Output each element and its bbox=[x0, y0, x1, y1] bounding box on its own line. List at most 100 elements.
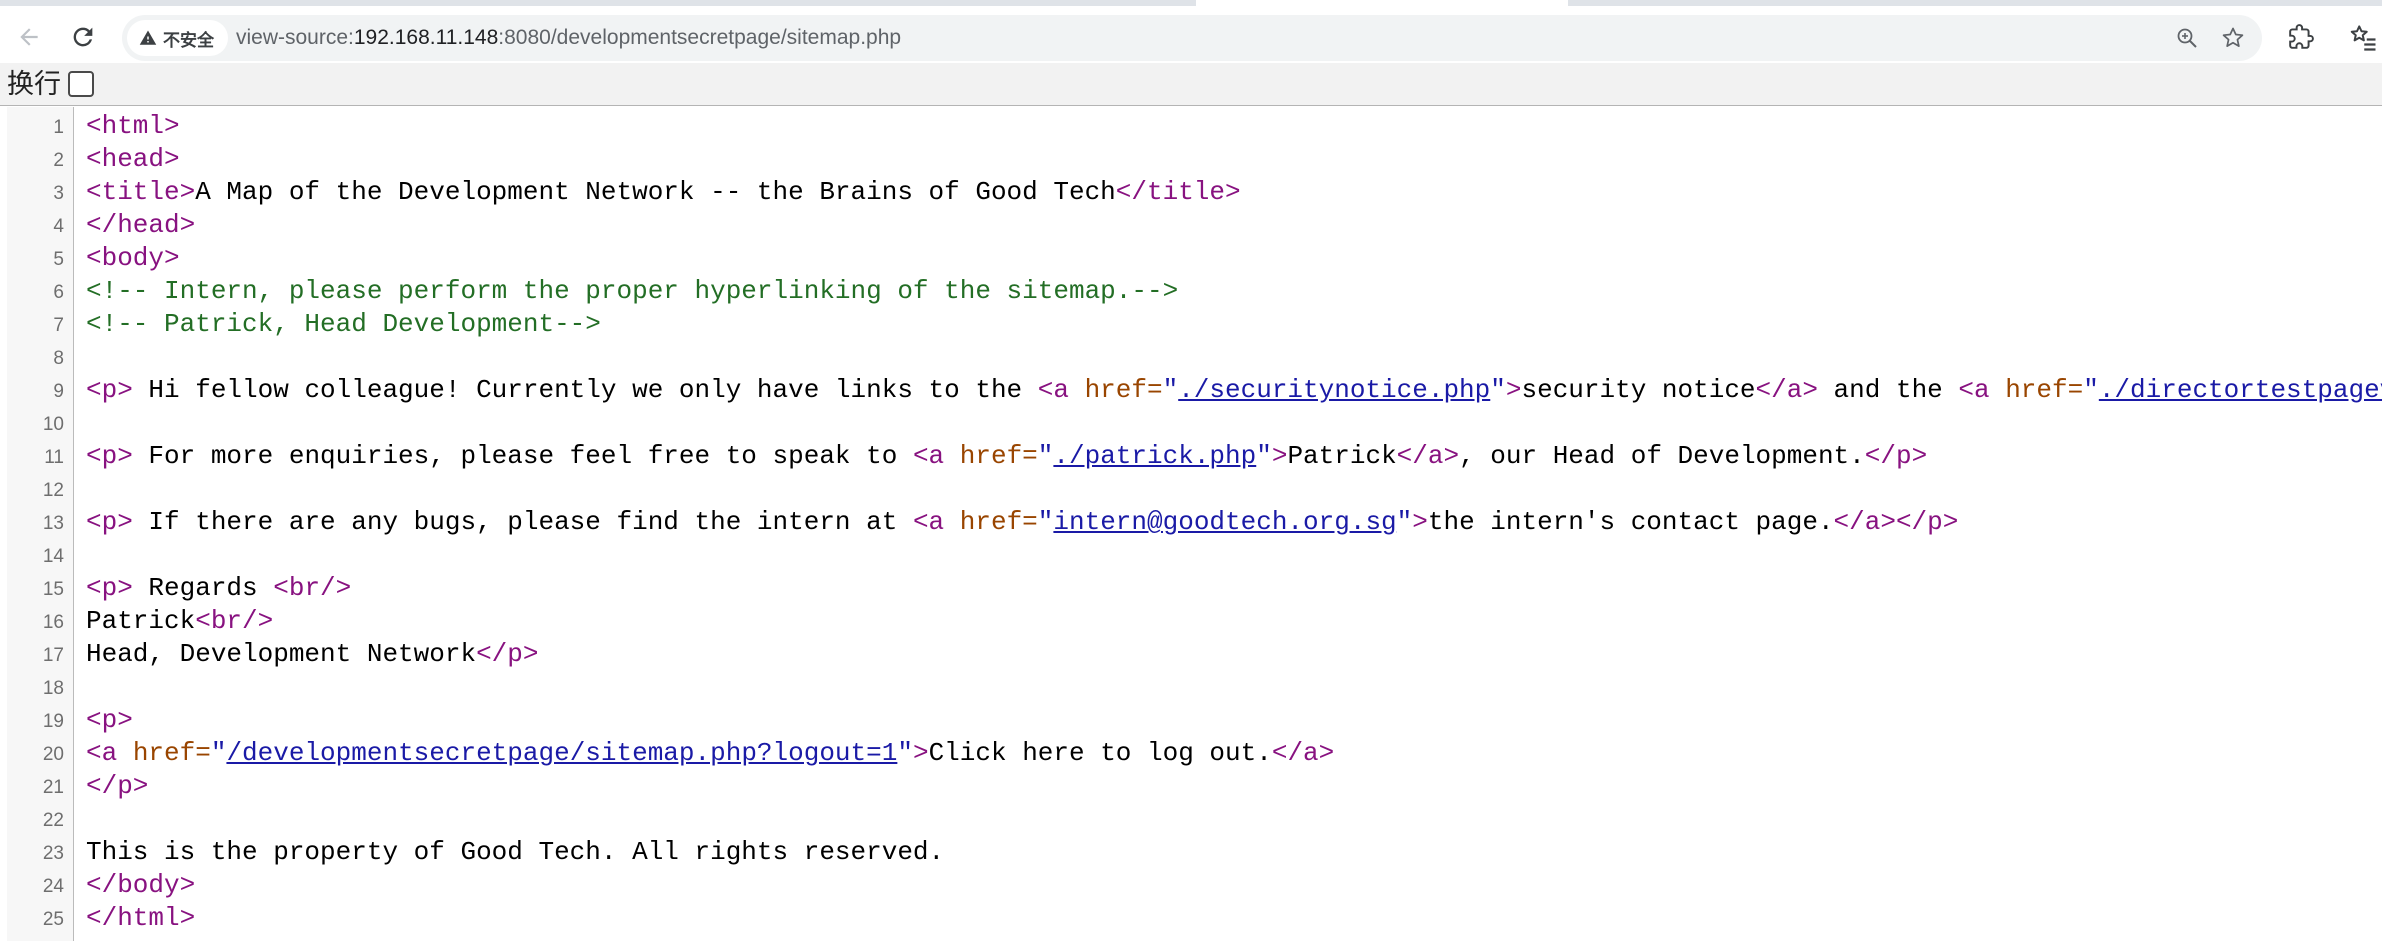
line-code: This is the property of Good Tech. All r… bbox=[86, 837, 944, 868]
address-bar[interactable]: 不安全 view-source:192.168.11.148:8080/deve… bbox=[122, 15, 2262, 61]
line-wrap-bar: 换行 bbox=[0, 63, 2382, 106]
html-tag: <p> bbox=[86, 507, 133, 537]
attribute-name: href= bbox=[1084, 375, 1163, 405]
source-line: 4 </head> bbox=[0, 208, 2382, 241]
html-comment: <!-- Patrick, Head Development--> bbox=[86, 309, 601, 339]
text-content: Patrick bbox=[1287, 441, 1397, 471]
html-tag: </body> bbox=[86, 870, 196, 900]
source-line: 1 <html> bbox=[0, 109, 2382, 142]
html-tag: </head> bbox=[86, 210, 196, 240]
line-number: 24 bbox=[42, 876, 64, 897]
url-text[interactable]: view-source:192.168.11.148:8080/developm… bbox=[236, 15, 901, 61]
source-line: 16 Patrick<br/> bbox=[0, 604, 2382, 637]
line-number: 21 bbox=[42, 777, 64, 798]
text-content: For more enquiries, please feel free to … bbox=[132, 441, 913, 471]
html-tag: <a bbox=[1958, 375, 2006, 405]
url-scheme: view-source: bbox=[236, 26, 354, 49]
line-code: </html> bbox=[86, 903, 195, 934]
source-line: 23 This is the property of Good Tech. All… bbox=[0, 835, 2382, 868]
line-number: 11 bbox=[44, 447, 64, 468]
line-code: <p> For more enquiries, please feel free… bbox=[86, 441, 1927, 472]
line-code: <title>A Map of the Development Network … bbox=[86, 177, 1241, 208]
line-number: 6 bbox=[53, 282, 64, 303]
extensions-button[interactable] bbox=[2284, 20, 2318, 54]
tab-strip-edge bbox=[1196, 0, 1568, 6]
line-code: <!-- Patrick, Head Development--> bbox=[86, 309, 601, 340]
back-arrow-icon bbox=[20, 28, 38, 46]
html-tag: <a bbox=[912, 507, 960, 537]
html-tag: > bbox=[1505, 375, 1522, 405]
zoom-button[interactable] bbox=[2172, 23, 2202, 53]
html-tag: </a></p> bbox=[1833, 507, 1959, 537]
html-tag: <br/> bbox=[273, 573, 352, 603]
attribute-quote: " bbox=[210, 738, 227, 768]
line-number: 12 bbox=[42, 480, 64, 501]
html-tag: <head> bbox=[86, 144, 180, 174]
line-number: 3 bbox=[53, 183, 64, 204]
attribute-quote: " bbox=[1037, 507, 1054, 537]
line-number: 16 bbox=[42, 612, 64, 633]
text-content: Click here to log out. bbox=[928, 738, 1272, 768]
attribute-name: href= bbox=[959, 441, 1038, 471]
source-link[interactable]: /developmentsecretpage/sitemap.php?logou… bbox=[226, 738, 897, 768]
bookmark-button[interactable] bbox=[2218, 23, 2248, 53]
source-line: 21 </p> bbox=[0, 769, 2382, 802]
source-line: 11 <p> For more enquiries, please feel fr… bbox=[0, 439, 2382, 472]
source-link[interactable]: intern@goodtech.org.sg bbox=[1053, 507, 1396, 537]
source-link[interactable]: ./directortestpagev1.php bbox=[2099, 375, 2382, 405]
attribute-quote: " bbox=[1162, 375, 1179, 405]
text-content: Head, Development Network bbox=[86, 639, 477, 669]
reading-list-button[interactable] bbox=[2346, 20, 2380, 54]
attribute-quote: " bbox=[2083, 375, 2099, 405]
html-tag: <p> bbox=[86, 573, 133, 603]
line-code: <html> bbox=[86, 111, 180, 142]
source-line: 25 </html> bbox=[0, 901, 2382, 934]
line-code: Head, Development Network</p> bbox=[86, 639, 539, 670]
url-host: 192.168.11.148 bbox=[353, 26, 499, 49]
text-content: Regards bbox=[132, 573, 274, 603]
text-content: Hi fellow colleague! Currently we only h… bbox=[132, 375, 1038, 405]
line-wrap-checkbox[interactable] bbox=[68, 71, 94, 97]
line-number: 20 bbox=[42, 744, 64, 765]
source-line: 5 <body> bbox=[0, 241, 2382, 274]
source-line: 12 bbox=[0, 472, 2382, 505]
line-number: 22 bbox=[42, 810, 64, 831]
html-tag: <p> bbox=[86, 705, 133, 735]
text-content: security notice bbox=[1521, 375, 1756, 405]
html-tag: <br/> bbox=[195, 606, 274, 636]
browser-toolbar: 不安全 view-source:192.168.11.148:8080/deve… bbox=[0, 0, 2382, 63]
source-line: 19 <p> bbox=[0, 703, 2382, 736]
security-chip[interactable]: 不安全 bbox=[127, 20, 228, 56]
html-tag: <a bbox=[912, 441, 960, 471]
attribute-quote: " bbox=[1396, 507, 1413, 537]
html-tag: </p> bbox=[476, 639, 539, 669]
line-number: 5 bbox=[53, 249, 64, 270]
text-content: and the bbox=[1817, 375, 1959, 405]
html-tag: </p> bbox=[1864, 441, 1928, 471]
html-tag: </a> bbox=[1396, 441, 1460, 471]
line-number: 9 bbox=[53, 381, 64, 402]
source-line: 13 <p> If there are any bugs, please find… bbox=[0, 505, 2382, 538]
source-link[interactable]: ./securitynotice.php bbox=[1178, 375, 1490, 405]
line-number: 25 bbox=[42, 909, 64, 930]
line-code: <p> bbox=[86, 705, 133, 736]
html-comment: <!-- Intern, please perform the proper h… bbox=[86, 276, 1179, 306]
line-number: 14 bbox=[42, 546, 64, 567]
html-tag: <a bbox=[1037, 375, 1085, 405]
source-line: 3 <title>A Map of the Development Network… bbox=[0, 175, 2382, 208]
source-view[interactable]: 1 <html> 2 <head> 3 <title>A Map of the Devel… bbox=[0, 107, 2382, 941]
source-line: 6 <!-- Intern, please perform the proper … bbox=[0, 274, 2382, 307]
text-content: If there are any bugs, please find the i… bbox=[132, 507, 913, 537]
star-icon bbox=[2222, 27, 2244, 47]
back-button[interactable] bbox=[10, 18, 48, 56]
line-number: 4 bbox=[53, 216, 64, 237]
source-code: 1 <html> 2 <head> 3 <title>A Map of the Devel… bbox=[0, 109, 2382, 934]
html-tag: <p> bbox=[86, 375, 133, 405]
source-link[interactable]: ./patrick.php bbox=[1053, 441, 1256, 471]
line-code: Patrick<br/> bbox=[86, 606, 273, 637]
source-line: 2 <head> bbox=[0, 142, 2382, 175]
reload-button[interactable] bbox=[64, 18, 102, 56]
attribute-name: href= bbox=[132, 738, 211, 768]
line-code: <head> bbox=[86, 144, 180, 175]
source-line: 7 <!-- Patrick, Head Development--> bbox=[0, 307, 2382, 340]
